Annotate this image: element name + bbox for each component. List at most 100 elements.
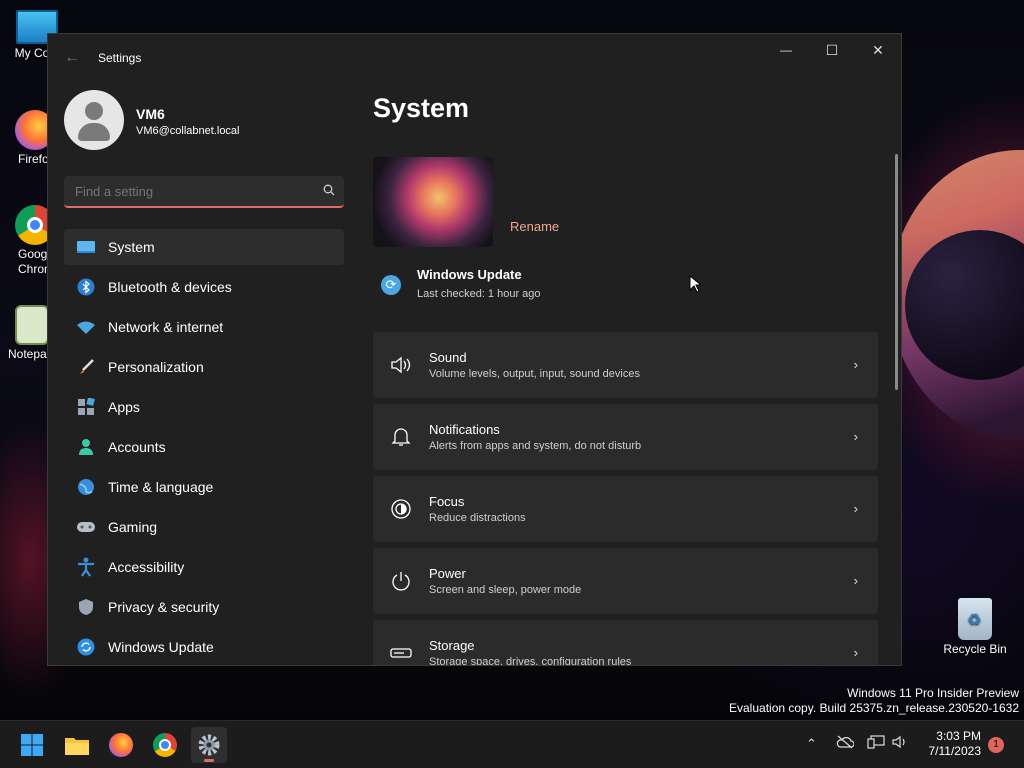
firefox-icon [15, 110, 50, 150]
settings-window: ← Settings — ☐ ✕ VM6 VM6@collabnet.local… [47, 33, 902, 666]
taskbar-settings[interactable] [191, 727, 227, 763]
back-arrow-icon[interactable]: ← [62, 48, 82, 68]
card-subtitle: Alerts from apps and system, do not dist… [429, 440, 642, 452]
wifi-icon [64, 319, 108, 335]
windows-update-status[interactable]: ⟳ Windows Update Last checked: 1 hour ag… [373, 265, 878, 315]
sidebar-item-label: Windows Update [108, 639, 214, 655]
desktop-icon-chrome[interactable]: Goog Chron [0, 205, 50, 277]
sidebar-item-label: Privacy & security [108, 599, 220, 615]
maximize-icon: ☐ [825, 41, 839, 58]
sidebar-item-apps[interactable]: Apps [64, 389, 344, 425]
focus-icon [373, 498, 429, 520]
clock-time: 3:03 PM [936, 729, 981, 743]
sidebar-item-label: Accounts [108, 439, 166, 455]
device-wallpaper-thumbnail [373, 157, 493, 247]
monitor-icon [64, 240, 108, 254]
sidebar-item-accounts[interactable]: Accounts [64, 429, 344, 465]
update-icon: ⟳ [381, 275, 401, 295]
sidebar-item-label: System [108, 239, 155, 255]
sidebar-item-label: Time & language [108, 479, 214, 495]
taskbar-firefox[interactable] [103, 727, 139, 763]
sidebar-item-network[interactable]: Network & internet [64, 309, 344, 345]
card-title: Power [429, 566, 466, 581]
avatar[interactable] [64, 90, 124, 150]
taskbar-file-explorer[interactable] [59, 727, 95, 763]
page-title: System [373, 93, 470, 123]
folder-icon [65, 738, 89, 755]
desktop-icon-recycle-bin[interactable]: ♻ Recycle Bin [940, 598, 1010, 656]
desktop-icon-firefox[interactable]: Firefo [0, 110, 50, 166]
sidebar-item-system[interactable]: System [64, 229, 344, 265]
chevron-up-icon: ⌃ [806, 736, 817, 751]
sidebar-item-label: Network & internet [108, 319, 224, 335]
chevron-right-icon: › [853, 645, 858, 660]
brush-icon [64, 358, 108, 376]
update-icon [64, 638, 108, 656]
card-focus[interactable]: Focus Reduce distractions › [373, 476, 878, 542]
taskbar: ⌃ 3:03 PM 7/11/2023 1 [0, 720, 1024, 768]
maximize-button[interactable]: ☐ [809, 34, 855, 66]
search-box[interactable] [64, 176, 344, 208]
show-hidden-icons-button[interactable]: ⌃ [806, 736, 817, 752]
windows-update-last-checked: Last checked: 1 hour ago [417, 288, 541, 300]
sidebar-item-accessibility[interactable]: Accessibility [64, 549, 344, 585]
rename-link[interactable]: Rename [510, 219, 559, 234]
card-subtitle: Volume levels, output, input, sound devi… [429, 368, 640, 380]
clock-date: 7/11/2023 [928, 744, 982, 758]
apps-icon [64, 398, 108, 416]
card-sound[interactable]: Sound Volume levels, output, input, sound… [373, 332, 878, 398]
notepad-icon [15, 305, 49, 345]
chevron-right-icon: › [853, 501, 858, 516]
sidebar-item-privacy-security[interactable]: Privacy & security [64, 589, 344, 625]
clock[interactable]: 3:03 PM 7/11/2023 [915, 729, 982, 759]
desktop-icon-label: Recycle Bin [943, 642, 1007, 656]
watermark-line-1: Windows 11 Pro Insider Preview [847, 686, 1019, 700]
evaluation-watermark: Windows 11 Pro Insider Preview Evaluatio… [729, 686, 1019, 716]
notification-badge[interactable]: 1 [988, 737, 1004, 753]
card-storage[interactable]: Storage Storage space, drives, configurat… [373, 620, 878, 665]
sidebar-item-personalization[interactable]: Personalization [64, 349, 344, 385]
sidebar-item-label: Bluetooth & devices [108, 279, 232, 295]
sidebar-item-label: Accessibility [108, 559, 185, 575]
minimize-button[interactable]: — [763, 34, 809, 66]
search-icon[interactable] [314, 184, 344, 199]
desktop-icon-notepad[interactable]: Notepa [0, 305, 50, 361]
nav-list: System Bluetooth & devices Network & int… [64, 229, 344, 665]
sidebar-item-time-language[interactable]: Time & language [64, 469, 344, 505]
user-name: VM6 [136, 106, 165, 122]
sidebar-item-windows-update[interactable]: Windows Update [64, 629, 344, 665]
title-bar[interactable]: ← Settings — ☐ ✕ [48, 34, 901, 82]
card-title: Storage [429, 638, 475, 653]
sidebar-item-gaming[interactable]: Gaming [64, 509, 344, 545]
desktop-icon-label: Firefo [18, 152, 49, 166]
start-button[interactable] [14, 727, 50, 763]
onedrive-icon[interactable] [836, 735, 855, 752]
sidebar-item-label: Apps [108, 399, 140, 415]
windows-logo-icon [21, 734, 43, 756]
taskbar-chrome[interactable] [147, 727, 183, 763]
card-power[interactable]: Power Screen and sleep, power mode › [373, 548, 878, 614]
volume-icon[interactable] [892, 735, 908, 752]
gamepad-icon [64, 520, 108, 534]
desktop-icon-label: Goog Chron [18, 247, 50, 276]
chevron-right-icon: › [853, 357, 858, 372]
card-subtitle: Screen and sleep, power mode [429, 584, 582, 596]
scrollbar-thumb[interactable] [895, 154, 898, 390]
recycle-bin-icon: ♻ [958, 598, 992, 640]
search-input[interactable] [64, 183, 314, 199]
chrome-icon [15, 205, 50, 245]
card-notifications[interactable]: Notifications Alerts from apps and system… [373, 404, 878, 470]
watermark-line-2: Evaluation copy. Build 25375.zn_release.… [729, 701, 1019, 715]
card-title: Notifications [429, 422, 500, 437]
globe-icon [64, 478, 108, 496]
network-icon[interactable] [867, 735, 885, 752]
storage-icon [373, 647, 429, 659]
gear-icon [198, 734, 220, 756]
sidebar-item-label: Gaming [108, 519, 158, 535]
minimize-icon: — [780, 43, 792, 57]
accessibility-icon [64, 557, 108, 577]
chrome-icon [153, 733, 177, 757]
close-button[interactable]: ✕ [855, 34, 901, 66]
firefox-icon [109, 733, 133, 757]
sidebar-item-bluetooth[interactable]: Bluetooth & devices [64, 269, 344, 305]
